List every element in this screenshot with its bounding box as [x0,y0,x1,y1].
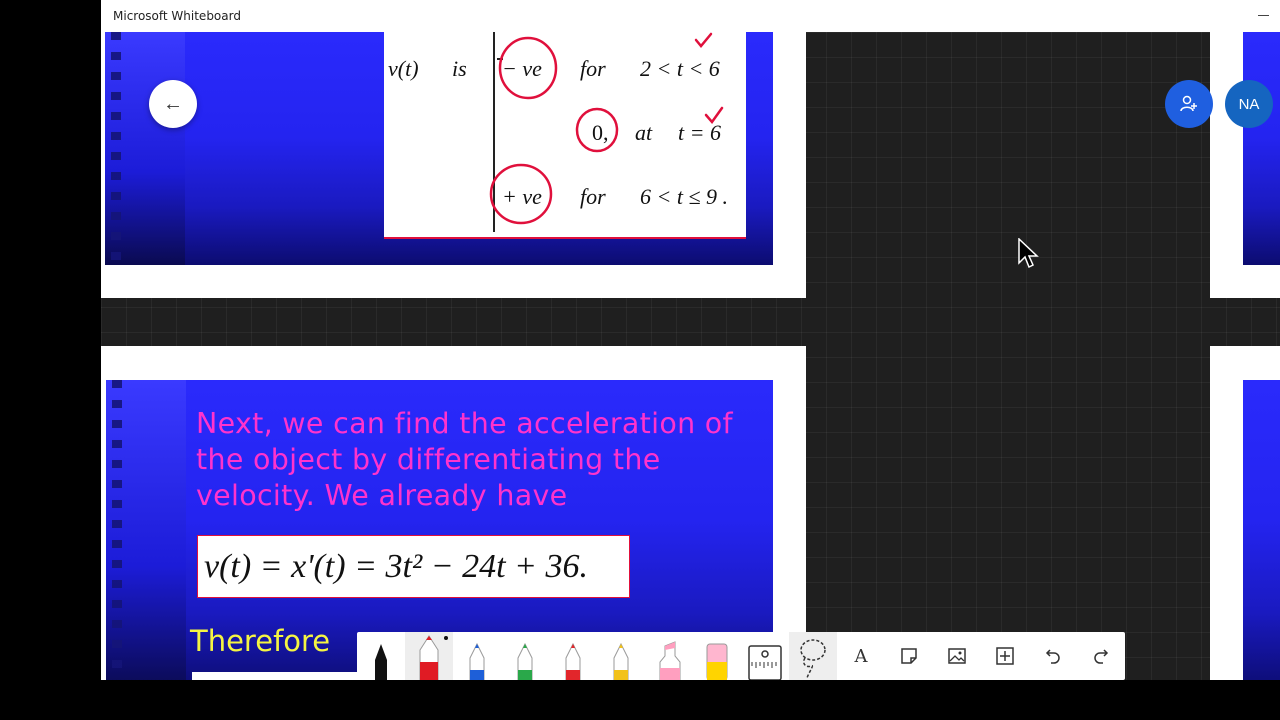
page-top-right [1210,32,1280,298]
left-margin [0,0,101,720]
velocity-equation-box: v(t) = x'(t) = 3t² − 24t + 36. [197,535,630,598]
redo-icon [1094,649,1109,664]
therefore-label: Therefore [190,624,331,658]
highlighter-yellow-tool[interactable] [693,632,741,680]
pen-black-icon [375,644,387,680]
pen-red-2-tool[interactable] [549,632,597,680]
minimize-button[interactable] [1258,15,1269,16]
slide-filmstrip [105,32,185,265]
pen-green-tool[interactable] [501,632,549,680]
bottom-margin [0,680,1280,720]
add-box-icon [996,647,1014,665]
slide-bottom-right [1243,380,1280,680]
note-tool[interactable] [885,632,933,680]
redo-button[interactable] [1077,632,1125,680]
add-tool[interactable] [981,632,1029,680]
lasso-tool[interactable] [789,632,837,680]
title-bar [101,0,1280,32]
whiteboard-canvas[interactable]: v(t) is − ve for 2 < t < 6 0, at t = 6 +… [101,32,1280,680]
image-icon [948,648,966,664]
pen-blue-tool[interactable] [453,632,501,680]
eraser-icon [706,643,728,680]
pen-blue-icon [469,642,485,680]
pen-yellow-tool[interactable] [597,632,645,680]
next-equation-box [192,672,372,680]
pen-black-tool[interactable] [357,632,405,680]
text-icon: A [854,645,868,667]
invite-button[interactable]: Invite [1165,80,1213,128]
slide-paragraph: Next, we can find the acceleration of th… [196,407,733,512]
page-bottom-right [1210,346,1280,680]
pen-yellow-icon [613,642,629,680]
page-bottom-left: Next, we can find the acceleration of th… [101,346,806,680]
pen-red-tool[interactable] [405,632,453,680]
inking-toolbar: A [357,632,1125,680]
equation-box: v(t) is − ve for 2 < t < 6 0, at t = 6 +… [384,32,746,239]
sticky-note-icon [901,648,917,664]
pen-red-icon [419,635,448,680]
back-arrow-icon: ← [163,92,183,115]
mouse-cursor-icon [1018,238,1039,269]
ruler-icon [748,645,782,680]
page-top-left: v(t) is − ve for 2 < t < 6 0, at t = 6 +… [101,32,806,298]
lasso-icon [800,639,826,679]
image-tool[interactable] [933,632,981,680]
slide-top: v(t) is − ve for 2 < t < 6 0, at t = 6 +… [105,32,773,265]
slide-top-right [1243,32,1280,265]
slide-filmstrip-2 [106,380,186,680]
avatar-initials: NA [1238,95,1260,113]
undo-icon [1045,649,1060,664]
velocity-equation: v(t) = x'(t) = 3t² − 24t + 36. [204,548,588,585]
back-button[interactable]: ← [149,80,197,128]
app-title: Microsoft Whiteboard [113,9,241,23]
undo-button[interactable] [1029,632,1077,680]
avatar[interactable]: NA [1225,80,1273,128]
text-tool[interactable]: A [837,632,885,680]
pen-red-2-icon [565,642,581,680]
add-person-icon [1180,95,1197,112]
ruler-tool[interactable] [741,632,789,680]
pen-green-icon [517,642,533,680]
highlighter-pink-tool[interactable] [645,632,693,680]
ink-annotations [489,32,724,225]
highlighter-pink-icon [659,641,681,680]
